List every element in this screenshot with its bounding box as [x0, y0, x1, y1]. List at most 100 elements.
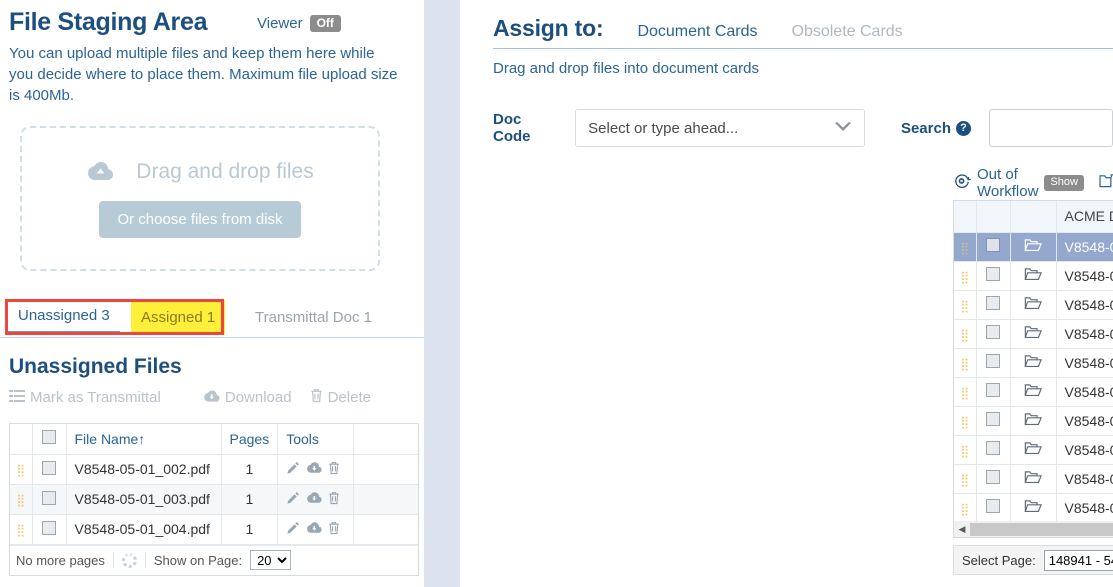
open-folder-icon[interactable]	[1024, 267, 1042, 285]
row-folder-cell[interactable]	[1010, 348, 1057, 378]
table-row[interactable]: ⣿ V8548-05-01_021 Material Traceability …	[954, 377, 1113, 407]
open-folder-icon[interactable]	[1024, 354, 1042, 372]
row-folder-cell[interactable]	[1010, 261, 1057, 291]
table-row[interactable]: ⣿ V8548-05-01_014 Weld Procedures (WPS a…	[954, 319, 1113, 349]
row-checkbox[interactable]	[42, 460, 56, 475]
drag-handle-icon[interactable]: ⣿	[960, 502, 969, 516]
table-row[interactable]: ⣿ V8548-05-01_002.pdf 1	[10, 454, 418, 485]
trash-icon[interactable]	[328, 521, 340, 538]
row-grip[interactable]: ⣿	[954, 261, 977, 291]
row-grip[interactable]: ⣿	[954, 232, 977, 262]
refresh-spinner-icon[interactable]	[121, 552, 137, 568]
row-folder-cell[interactable]	[1010, 319, 1057, 349]
open-folder-icon[interactable]	[1024, 441, 1042, 459]
table-row[interactable]: ⣿ V8548-05-01_003.pdf 1	[10, 484, 418, 515]
table-row[interactable]: ⣿ V8548-05-01_020 Surface Preparation, P…	[954, 348, 1113, 378]
mark-as-transmittal-button[interactable]: Mark as Transmittal	[9, 389, 161, 407]
drag-handle-icon[interactable]: ⣿	[16, 493, 25, 507]
drag-handle-icon[interactable]: ⣿	[960, 415, 969, 429]
row-checkbox-cell[interactable]	[976, 319, 1011, 349]
open-folder-icon[interactable]	[1024, 412, 1042, 430]
drag-handle-icon[interactable]: ⣿	[960, 386, 969, 400]
row-checkbox-cell[interactable]	[976, 464, 1011, 494]
out-of-workflow-filter[interactable]: Out of Workflow Show	[953, 166, 1084, 200]
table-row[interactable]: ⣿ V8548-05-01_004 General Arrangement Dr…	[954, 493, 1113, 523]
file-name-sort-link[interactable]: File Name	[75, 431, 139, 447]
select-all-checkbox[interactable]	[42, 430, 56, 445]
drag-handle-icon[interactable]: ⣿	[960, 270, 969, 284]
scrollbar-thumb[interactable]	[970, 522, 1113, 536]
cloud-download-icon[interactable]	[306, 521, 322, 537]
delete-button[interactable]: Delete	[310, 388, 371, 407]
drag-handle-icon[interactable]: ⣿	[960, 241, 969, 255]
edit-pencil-icon[interactable]	[286, 491, 300, 508]
doc-code-select[interactable]: Select or type ahead...	[575, 109, 865, 147]
viewer-state-badge[interactable]: Off	[309, 15, 341, 32]
row-checkbox[interactable]	[986, 499, 1000, 513]
row-checkbox-cell[interactable]	[976, 232, 1011, 262]
table-row[interactable]: ⣿ V8548-05-01_033 Hydrostatic / Pneumati…	[954, 435, 1113, 465]
row-checkbox-cell[interactable]	[32, 454, 67, 485]
row-grip[interactable]: ⣿	[954, 290, 977, 320]
table-row[interactable]: ⣿ V8548-05-01_001 Manufacturing Record B…	[954, 232, 1113, 262]
question-mark-icon[interactable]: ?	[956, 120, 971, 136]
open-folder-icon[interactable]	[1024, 238, 1042, 256]
tab-obsolete-cards[interactable]: Obsolete Cards	[792, 23, 903, 41]
trash-icon[interactable]	[328, 461, 340, 478]
row-grip[interactable]: ⣿	[954, 493, 977, 523]
scroll-left-arrow-icon[interactable]: ◀	[954, 524, 970, 535]
row-grip[interactable]: ⣿	[10, 454, 33, 485]
open-folder-icon[interactable]	[1024, 383, 1042, 401]
tab-transmittal-doc[interactable]: Transmittal Doc 1	[245, 300, 382, 334]
choose-files-button[interactable]: Or choose files from disk	[99, 200, 301, 238]
file-dropzone[interactable]: Drag and drop files Or choose files from…	[20, 126, 380, 271]
row-checkbox[interactable]	[986, 470, 1000, 484]
table-row[interactable]: ⣿ V8548-05-01_002 Manufacturing Record &…	[954, 261, 1113, 291]
row-checkbox[interactable]	[986, 325, 1000, 339]
tab-unassigned[interactable]: Unassigned 3	[8, 300, 120, 334]
row-folder-cell[interactable]	[1010, 290, 1057, 320]
row-checkbox-cell[interactable]	[976, 348, 1011, 378]
row-checkbox[interactable]	[42, 520, 56, 535]
drag-handle-icon[interactable]: ⣿	[960, 473, 969, 487]
row-checkbox-cell[interactable]	[976, 290, 1011, 320]
row-grip[interactable]: ⣿	[954, 348, 977, 378]
row-folder-cell[interactable]	[1010, 377, 1057, 407]
drag-handle-icon[interactable]: ⣿	[16, 463, 25, 477]
row-grip[interactable]: ⣿	[10, 484, 33, 515]
row-folder-cell[interactable]	[1010, 464, 1057, 494]
row-checkbox-cell[interactable]	[32, 484, 67, 515]
th-file-name[interactable]: File Name↑	[66, 424, 222, 455]
row-checkbox[interactable]	[986, 441, 1000, 455]
row-checkbox[interactable]	[986, 383, 1000, 397]
row-checkbox-cell[interactable]	[976, 435, 1011, 465]
th-pages[interactable]: Pages	[221, 424, 279, 455]
row-checkbox[interactable]	[986, 354, 1000, 368]
open-folder-icon[interactable]	[1024, 325, 1042, 343]
row-folder-cell[interactable]	[1010, 232, 1057, 262]
drag-handle-icon[interactable]: ⣿	[16, 523, 25, 537]
trash-icon[interactable]	[328, 491, 340, 508]
edit-pencil-icon[interactable]	[286, 461, 300, 478]
viewer-toggle[interactable]: Viewer Off	[257, 15, 341, 32]
th-select-all[interactable]	[32, 424, 67, 455]
row-grip[interactable]: ⣿	[954, 406, 977, 436]
edit-pencil-icon[interactable]	[286, 521, 300, 538]
chevron-down-icon[interactable]	[834, 121, 852, 136]
row-checkbox[interactable]	[986, 296, 1000, 310]
row-grip[interactable]: ⣿	[954, 377, 977, 407]
table-row[interactable]: ⣿ V8548-05-01_022 Spare Parts Lists (Con…	[954, 406, 1113, 436]
row-checkbox[interactable]	[42, 490, 56, 505]
row-grip[interactable]: ⣿	[954, 435, 977, 465]
drag-handle-icon[interactable]: ⣿	[960, 299, 969, 313]
row-checkbox[interactable]	[986, 267, 1000, 281]
grid-horizontal-scrollbar[interactable]: ◀	[953, 521, 1113, 538]
table-row[interactable]: ⣿ V8548-05-01_034 Packing, Shipping, Han…	[954, 464, 1113, 494]
open-folder-icon[interactable]	[1024, 499, 1042, 517]
cloud-download-icon[interactable]	[306, 461, 322, 477]
download-button[interactable]: Download	[203, 389, 292, 407]
table-row[interactable]: ⣿ V8548-05-01_003 Code / Standard / Comp…	[954, 290, 1113, 320]
open-folder-icon[interactable]	[1024, 296, 1042, 314]
row-grip[interactable]: ⣿	[10, 514, 33, 545]
row-checkbox-cell[interactable]	[976, 261, 1011, 291]
